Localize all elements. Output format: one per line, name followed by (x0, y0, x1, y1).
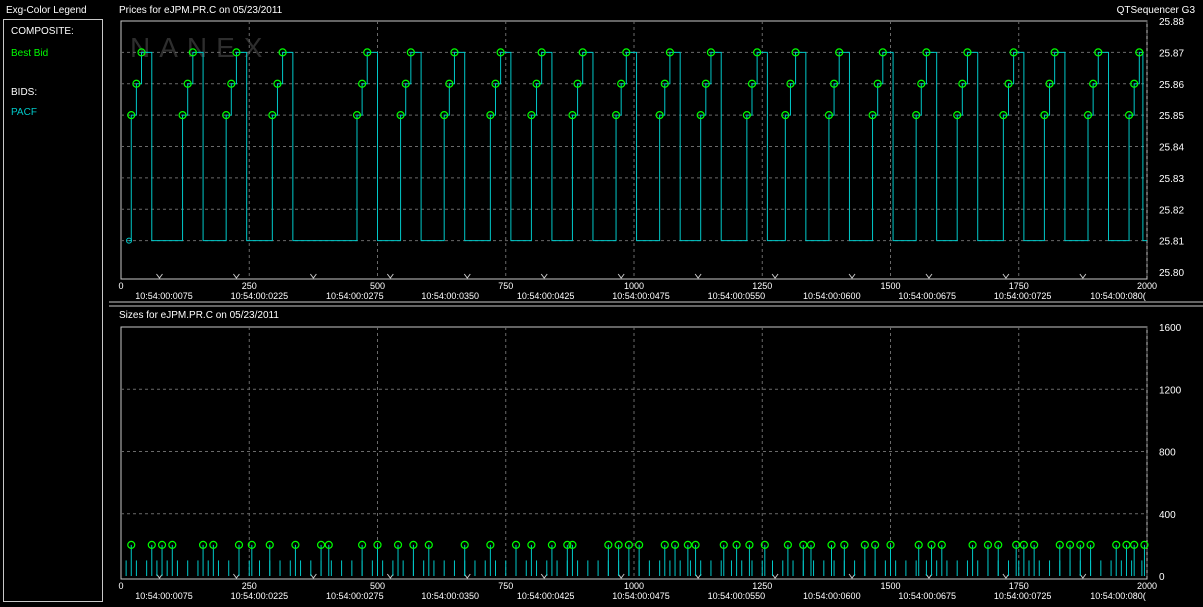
x-tick-label: 0 (118, 281, 123, 291)
x-tick-label: 1000 (624, 581, 644, 591)
x-tick-label: 1250 (752, 581, 772, 591)
time-label: 10:54:00:0350 (421, 591, 479, 601)
y-tick-label: 0 (1159, 572, 1165, 583)
time-label: 10:54:00:0425 (517, 291, 575, 301)
y-tick-label: 25.88 (1159, 17, 1184, 28)
time-label: 10:54:00:0350 (421, 291, 479, 301)
x-tick-label: 250 (242, 581, 257, 591)
x-tick-label: 500 (370, 581, 385, 591)
x-tick-label: 1500 (880, 281, 900, 291)
x-tick-label: 250 (242, 281, 257, 291)
time-tick-mark (771, 273, 779, 279)
time-tick-mark (233, 273, 240, 279)
time-label: 10:54:00:0550 (708, 291, 766, 301)
x-tick-label: 1750 (1009, 581, 1029, 591)
time-label: 10:54:00:0475 (612, 291, 670, 301)
time-label: 10:54:00:0675 (898, 291, 956, 301)
time-label: 10:54:00:0425 (517, 591, 575, 601)
y-tick-label: 800 (1159, 448, 1176, 459)
x-tick-label: 1250 (752, 281, 772, 291)
y-tick-label: 25.83 (1159, 174, 1184, 185)
y-tick-label: 25.80 (1159, 268, 1184, 279)
y-tick-label: 25.84 (1159, 143, 1184, 154)
time-label: 10:54:00:0725 (994, 291, 1052, 301)
time-tick-mark (848, 273, 856, 279)
y-tick-label: 1600 (1159, 323, 1182, 334)
time-label: 10:54:00:0275 (326, 291, 384, 301)
time-tick-mark (156, 273, 163, 279)
time-label: 10:54:00:0275 (326, 591, 384, 601)
time-tick-mark (463, 273, 471, 279)
y-tick-label: 25.82 (1159, 205, 1184, 216)
time-tick-mark (1002, 273, 1010, 279)
time-tick-mark (386, 273, 394, 279)
time-label: 10:54:00:0225 (231, 291, 289, 301)
time-tick-mark (309, 273, 317, 279)
time-label: 10:54:00:0075 (135, 291, 193, 301)
y-tick-label: 25.87 (1159, 48, 1184, 59)
time-label: 10:54:00:0600 (803, 591, 861, 601)
time-label: 10:54:00:0725 (994, 591, 1052, 601)
time-label: 10:54:00:0225 (231, 591, 289, 601)
x-tick-label: 1000 (624, 281, 644, 291)
x-tick-label: 750 (498, 281, 513, 291)
time-label: 10:54:00:080( (1090, 291, 1146, 301)
chart-canvas: NANEX 25.80 25.81 25.82 25.83 25.84 25.85 25.86… (109, 17, 1203, 601)
y-tick-label: 1200 (1159, 385, 1182, 396)
x-tick-label: 1500 (880, 581, 900, 591)
time-tick-mark (1079, 273, 1087, 279)
time-label: 10:54:00:0075 (135, 591, 193, 601)
x-tick-label: 2000 (1137, 281, 1157, 291)
y-tick-label: 25.85 (1159, 111, 1184, 122)
time-tick-mark (925, 273, 933, 279)
time-label: 10:54:00:080( (1090, 591, 1146, 601)
time-label: 10:54:00:0675 (898, 591, 956, 601)
x-tick-label: 2000 (1137, 581, 1157, 591)
time-tick-mark (617, 273, 625, 279)
x-tick-label: 500 (370, 281, 385, 291)
x-tick-label: 1750 (1009, 281, 1029, 291)
x-tick-label: 750 (498, 581, 513, 591)
y-tick-label: 25.86 (1159, 80, 1184, 91)
y-tick-label: 400 (1159, 510, 1176, 521)
time-tick-mark (694, 273, 702, 279)
nanex-watermark: NANEX (130, 32, 271, 63)
y-tick-label: 25.81 (1159, 237, 1184, 248)
chart-panel-1 (120, 326, 1148, 580)
time-tick-mark (540, 273, 548, 279)
time-label: 10:54:00:0550 (708, 591, 766, 601)
time-label: 10:54:00:0475 (612, 591, 670, 601)
x-tick-label: 0 (118, 581, 123, 591)
time-label: 10:54:00:0600 (803, 291, 861, 301)
